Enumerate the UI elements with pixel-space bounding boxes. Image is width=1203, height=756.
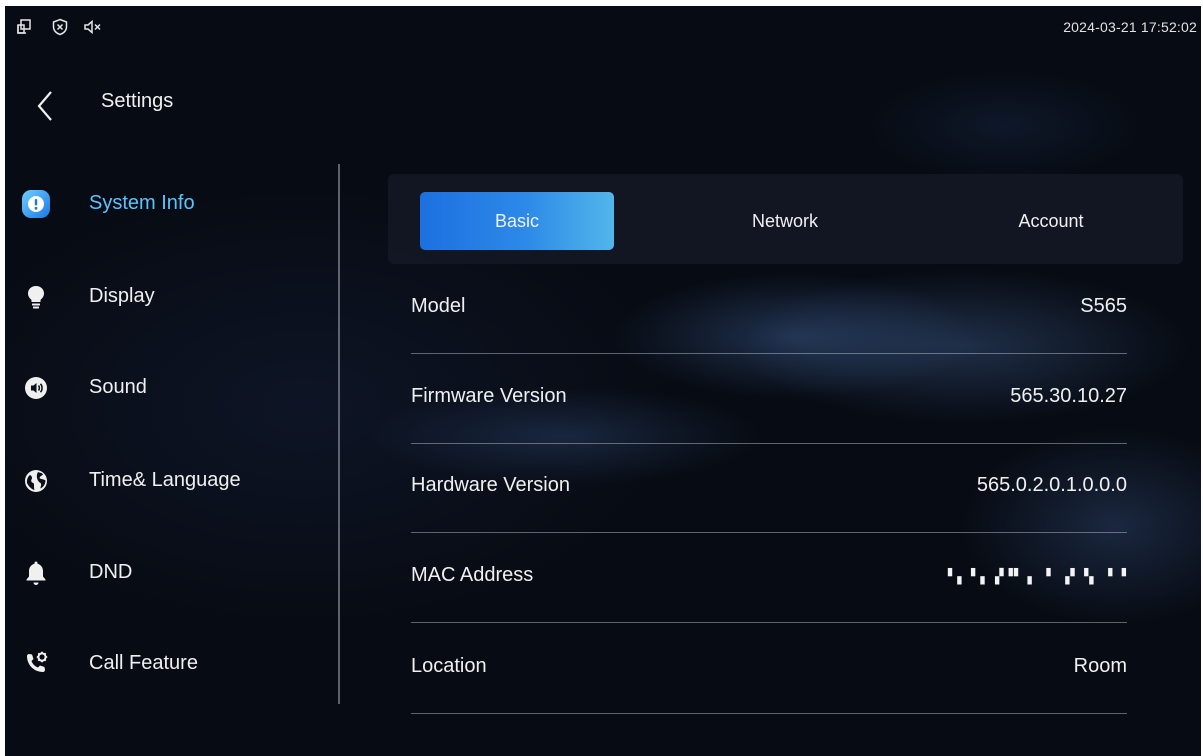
page-title: Settings [101,90,174,112]
info-row-mac: MAC Address ▘▖▝▗ ▞▝▘▗ ▝ ▗▘▝▖ ▘▝ [411,532,1127,623]
info-value: 565.0.2.0.1.0.0.0 [976,474,1127,496]
tab-basic[interactable]: Basic [420,192,614,250]
speaker-icon [21,373,51,403]
info-value: S565 [1080,295,1127,317]
info-row-location: Location Room [411,623,1127,714]
sidebar-item-display[interactable]: Display [5,267,325,327]
info-label: MAC Address [411,564,534,586]
info-row-firmware: Firmware Version 565.30.10.27 [411,353,1127,444]
lightbulb-icon [21,282,51,312]
screen: 2024-03-21 17:52:02 Settings System Info [5,6,1201,756]
info-label: Location [411,655,487,677]
shield-x-icon [51,18,69,36]
sidebar-item-sound[interactable]: Sound [5,358,325,418]
globe-icon [21,466,51,496]
info-value-masked: ▘▖▝▗ ▞▝▘▗ ▝ ▗▘▝▖ ▘▝ [948,564,1127,587]
sidebar-item-dnd[interactable]: DND [5,543,325,603]
info-label: Hardware Version [411,474,570,496]
sidebar-item-label: Call Feature [89,652,198,674]
phone-gear-icon [21,649,51,679]
sidebar-item-call-feature[interactable]: Call Feature [5,634,325,694]
bell-icon [21,558,51,588]
mac-address-masked: ▘▖▝▗ ▞▝▘▗ ▝ ▗▘▝▖ ▘▝ [947,569,1127,585]
status-bar: 2024-03-21 17:52:02 [5,6,1201,46]
mute-icon [83,18,101,36]
status-datetime: 2024-03-21 17:52:02 [1063,19,1197,35]
info-label: Model [411,295,466,317]
tab-network[interactable]: Network [688,192,882,250]
sidebar-item-label: System Info [89,192,195,214]
multi-window-icon [15,18,33,36]
sidebar-item-time-language[interactable]: Time& Language [5,451,325,511]
sidebar-item-label: Display [89,285,155,307]
info-row-model: Model S565 [411,263,1127,354]
back-button[interactable] [35,88,57,124]
info-value: 565.30.10.27 [1010,385,1127,407]
back-arrow-icon [37,91,52,121]
info-icon [21,189,51,219]
tab-bar: Basic Network Account [388,174,1183,264]
info-row-hardware: Hardware Version 565.0.2.0.1.0.0.0 [411,442,1127,533]
sidebar-divider [338,164,340,704]
sidebar-item-label: Sound [89,376,147,398]
info-label: Firmware Version [411,385,567,407]
sidebar-item-label: Time& Language [89,469,241,491]
tab-account[interactable]: Account [954,192,1148,250]
info-value: Room [1073,655,1127,677]
sidebar-item-label: DND [89,561,133,583]
sidebar-item-system-info[interactable]: System Info [5,174,325,234]
